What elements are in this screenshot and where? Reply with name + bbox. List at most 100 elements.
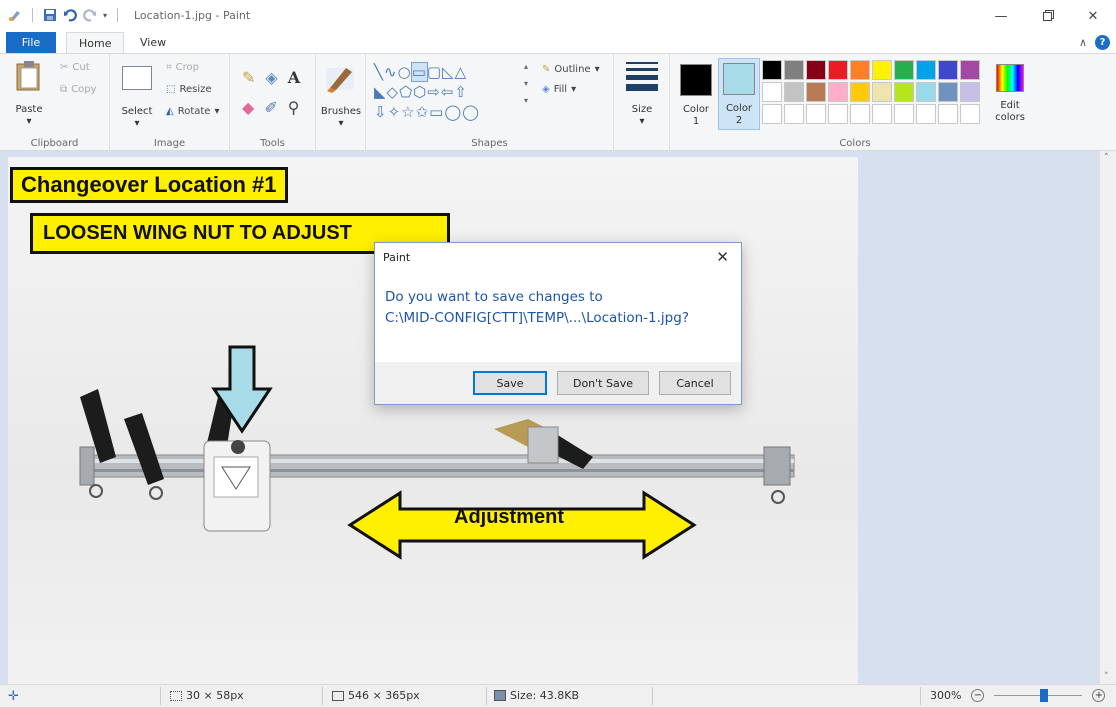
restore-button[interactable] <box>1024 0 1070 32</box>
canvas-workspace[interactable]: Changeover Location #1 LOOSEN WING NUT T… <box>0 151 1116 684</box>
palette-row2-swatch-1[interactable] <box>762 82 782 102</box>
tab-file[interactable]: File <box>6 32 56 53</box>
custom-color-swatch-1[interactable] <box>762 104 782 124</box>
palette-row1-swatch-6[interactable] <box>872 60 892 80</box>
outline-button[interactable]: ✎ Outline ▾ <box>542 64 600 75</box>
palette-row2-swatch-10[interactable] <box>960 82 980 102</box>
tab-home[interactable]: Home <box>66 32 125 54</box>
scroll-up-icon[interactable]: ˄ <box>1104 153 1109 163</box>
palette-row1-swatch-9[interactable] <box>938 60 958 80</box>
eraser-icon[interactable]: ◆ <box>242 98 254 117</box>
palette-row2-swatch-8[interactable] <box>916 82 936 102</box>
palette-row-custom <box>762 104 980 124</box>
size-label: Size <box>631 104 653 115</box>
crop-button[interactable]: ⌗ Crop <box>166 62 199 73</box>
chevron-down-icon: ▾ <box>571 84 577 95</box>
scroll-up-icon[interactable]: ▴ <box>524 62 528 71</box>
cancel-button[interactable]: Cancel <box>659 371 731 395</box>
color1-swatch <box>680 64 712 96</box>
size-button[interactable]: Size ▾ <box>622 60 662 130</box>
color-spectrum-icon <box>996 64 1024 92</box>
resize-button[interactable]: ⬚ Resize <box>166 84 212 95</box>
palette-row2-swatch-2[interactable] <box>784 82 804 102</box>
custom-color-swatch-4[interactable] <box>828 104 848 124</box>
size-group: Size ▾ <box>614 54 670 151</box>
palette-row2-swatch-5[interactable] <box>850 82 870 102</box>
paste-button[interactable]: Paste ▾ <box>12 60 46 130</box>
close-button[interactable]: ✕ <box>1070 0 1116 32</box>
minimize-button[interactable]: — <box>978 0 1024 32</box>
custom-color-swatch-8[interactable] <box>916 104 936 124</box>
resize-label: Resize <box>179 84 212 95</box>
brushes-button[interactable]: Brushes ▾ <box>320 62 362 130</box>
custom-color-swatch-3[interactable] <box>806 104 826 124</box>
dont-save-button[interactable]: Don't Save <box>557 371 649 395</box>
divider <box>160 687 161 705</box>
undo-icon[interactable] <box>63 8 77 22</box>
pencil-icon[interactable]: ✎ <box>242 68 255 87</box>
fill-bucket-icon[interactable]: ◈ <box>265 68 277 87</box>
colors-group: Color 1 Color 2 Edit colors Colors <box>670 54 1040 151</box>
custom-color-swatch-5[interactable] <box>850 104 870 124</box>
palette-row1-swatch-2[interactable] <box>784 60 804 80</box>
vertical-scrollbar[interactable]: ˄ ˅ <box>1099 151 1116 684</box>
colors-group-label: Colors <box>839 138 871 149</box>
color2-button[interactable]: Color 2 <box>718 58 760 130</box>
color1-button[interactable]: Color 1 <box>676 60 716 130</box>
cut-button[interactable]: ✂ Cut <box>60 62 90 73</box>
canvas-label-location: Changeover Location #1 <box>10 167 288 203</box>
custom-color-swatch-7[interactable] <box>894 104 914 124</box>
zoom-in-icon[interactable]: + <box>1092 689 1106 702</box>
zoom-slider[interactable] <box>994 689 1083 702</box>
save-icon[interactable] <box>43 8 57 22</box>
custom-color-swatch-2[interactable] <box>784 104 804 124</box>
customize-qat-icon[interactable]: ▾ <box>103 11 107 20</box>
fill-button[interactable]: ◈ Fill ▾ <box>542 84 576 95</box>
custom-color-swatch-6[interactable] <box>872 104 892 124</box>
rotate-button[interactable]: ◭ Rotate ▾ <box>166 106 219 117</box>
custom-color-swatch-10[interactable] <box>960 104 980 124</box>
chevron-down-icon: ▾ <box>639 116 645 127</box>
palette-row2-swatch-4[interactable] <box>828 82 848 102</box>
window-title: Location-1.jpg - Paint <box>134 9 251 22</box>
text-icon[interactable]: A <box>288 68 300 87</box>
copy-button[interactable]: ⧉ Copy <box>60 84 97 95</box>
shapes-gallery[interactable]: ╲∿○▭▢◺△ ◣◇⬠⬡⇨⇦⇧ ⇩✧☆✩▭◯◯ <box>374 62 534 122</box>
palette-row1-swatch-4[interactable] <box>828 60 848 80</box>
save-button[interactable]: Save <box>473 371 547 395</box>
palette-row1-swatch-3[interactable] <box>806 60 826 80</box>
edit-colors-button[interactable]: Edit colors <box>988 60 1032 130</box>
palette-row2-swatch-6[interactable] <box>872 82 892 102</box>
chevron-down-icon: ▾ <box>134 118 140 129</box>
dialog-close-icon[interactable]: ✕ <box>716 248 729 266</box>
zoom-out-icon[interactable]: − <box>971 689 985 702</box>
tab-view[interactable]: View <box>128 32 178 53</box>
scroll-down-icon[interactable]: ▾ <box>524 79 528 88</box>
scroll-down-icon[interactable]: ˅ <box>1104 672 1109 682</box>
more-shapes-icon[interactable]: ▾ <box>524 96 528 105</box>
palette-row1-swatch-1[interactable] <box>762 60 782 80</box>
shapes-group: ╲∿○▭▢◺△ ◣◇⬠⬡⇨⇦⇧ ⇩✧☆✩▭◯◯ ▴ ▾ ▾ ✎ Outline ▾ ◈ F… <box>366 54 614 151</box>
rotate-label: Rotate <box>177 106 211 117</box>
color-picker-icon[interactable]: ✐ <box>264 98 277 117</box>
palette-row1-swatch-8[interactable] <box>916 60 936 80</box>
file-size-text: Size: 43.8KB <box>510 689 580 702</box>
palette-row1-swatch-7[interactable] <box>894 60 914 80</box>
help-icon[interactable]: ? <box>1095 35 1110 50</box>
palette-row2-swatch-9[interactable] <box>938 82 958 102</box>
magnifier-icon[interactable]: ⚲ <box>288 98 300 117</box>
palette-row1-swatch-5[interactable] <box>850 60 870 80</box>
palette-row1-swatch-10[interactable] <box>960 60 980 80</box>
select-button[interactable]: Select ▾ <box>120 62 154 130</box>
zoom-controls: 300% − + <box>930 689 1106 702</box>
palette-row2-swatch-3[interactable] <box>806 82 826 102</box>
chevron-down-icon: ▾ <box>214 106 220 117</box>
collapse-ribbon-icon[interactable]: ∧ <box>1079 36 1087 49</box>
redo-icon[interactable] <box>83 8 97 22</box>
custom-color-swatch-9[interactable] <box>938 104 958 124</box>
canvas-image[interactable]: Changeover Location #1 LOOSEN WING NUT T… <box>8 157 858 684</box>
zoom-slider-thumb[interactable] <box>1040 689 1049 702</box>
shapes-scroll[interactable]: ▴ ▾ ▾ <box>524 62 528 105</box>
crosshair-icon: ✛ <box>8 689 19 704</box>
palette-row2-swatch-7[interactable] <box>894 82 914 102</box>
